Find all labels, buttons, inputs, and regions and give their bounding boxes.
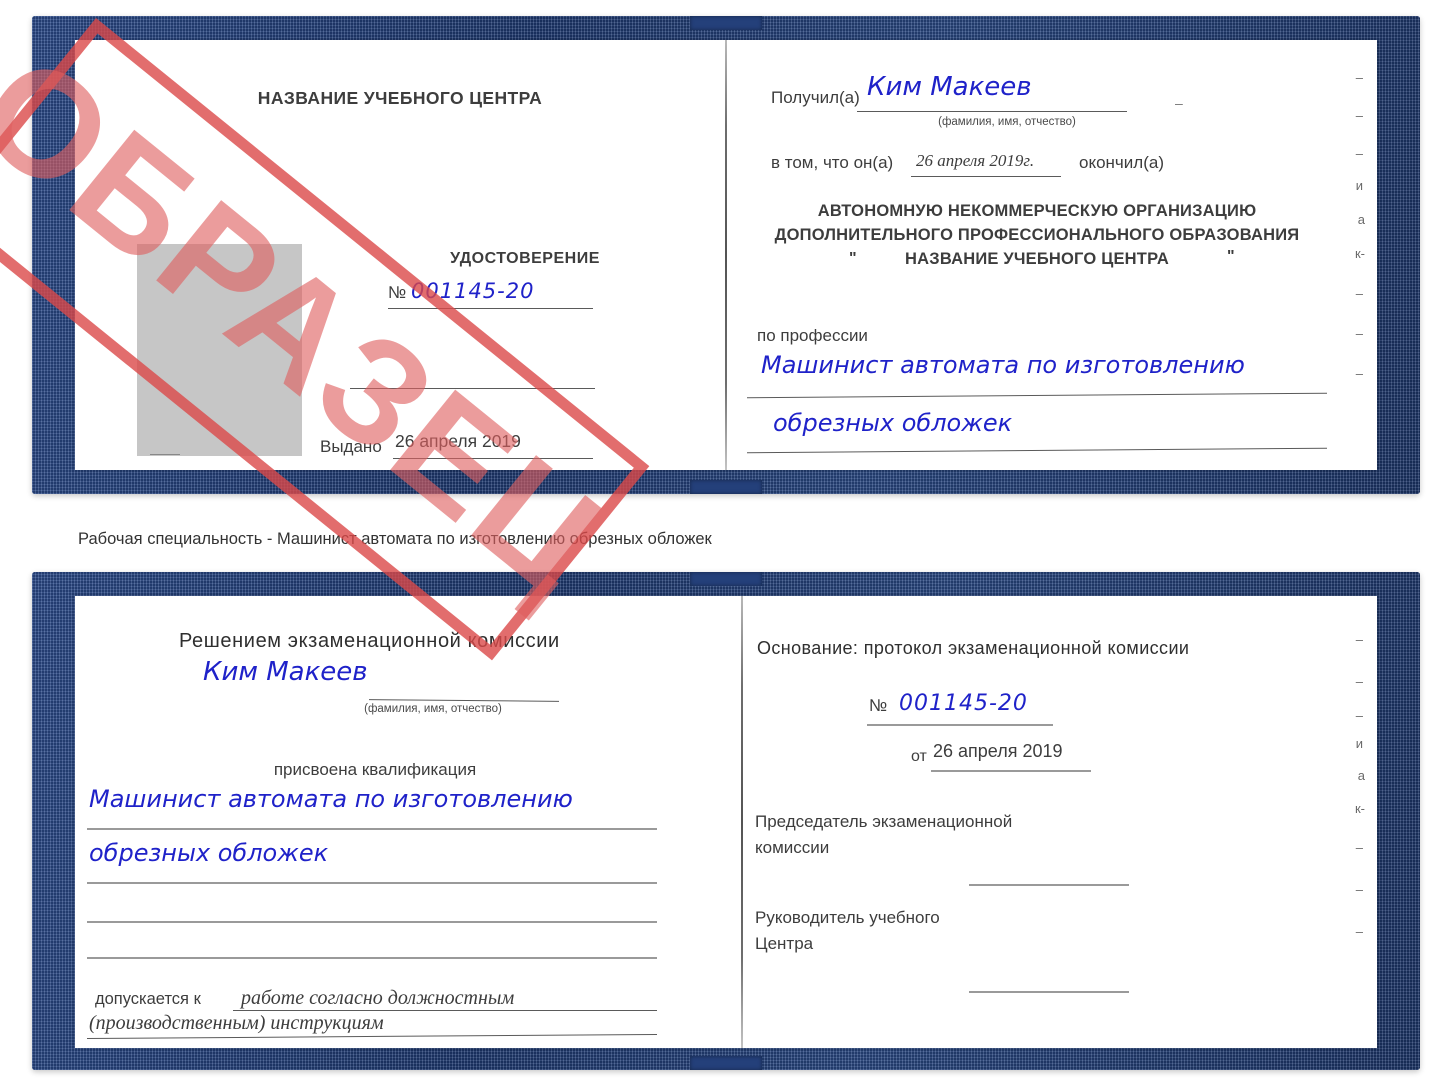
received-value: Ким Макеев — [867, 72, 1032, 102]
back-fio-hint: (фамилия, имя, отчество) — [364, 703, 502, 715]
back-left-page: Решением экзаменационной комиссии Ким Ма… — [75, 596, 741, 1048]
back-edge-scrap-8: – — [1355, 924, 1363, 939]
back-name-value: Ким Макеев — [203, 657, 368, 687]
edge-scrap-4: а — [1357, 212, 1365, 227]
back-edge-scrap-0: – — [1355, 632, 1363, 647]
back-edge-scrap-2: – — [1355, 708, 1363, 723]
edge-scrap-6: – — [1355, 286, 1363, 301]
spine-tab-top — [690, 16, 762, 30]
admitted-label: допускается к — [95, 990, 201, 1008]
basis-label: Основание: протокол экзаменационной коми… — [757, 638, 1190, 658]
edge-scrap-8: – — [1355, 366, 1363, 381]
back-edge-scrap-1: – — [1355, 674, 1363, 689]
qualification-rule-2 — [87, 882, 657, 884]
certificate-front-pages: НАЗВАНИЕ УЧЕБНОГО ЦЕНТРА УДОСТОВЕРЕНИЕ №… — [75, 40, 1377, 470]
back-edge-scrap-6: – — [1355, 840, 1363, 855]
profession-line-1: Машинист автомата по изготовлению — [761, 351, 1245, 379]
page-gutter — [725, 40, 727, 470]
qualification-line-2: обрезных обложек — [89, 839, 329, 867]
fio-hint: (фамилия, имя, отчество) — [938, 116, 1076, 128]
head-line-2: Центра — [755, 934, 814, 953]
org-line-1: АВТОНОМНУЮ НЕКОММЕРЧЕСКУЮ ОРГАНИЗАЦИЮ — [817, 202, 1257, 220]
back-edge-scrap-4: а — [1357, 768, 1365, 783]
issued-value: 26 апреля 2019 — [395, 431, 521, 451]
front-right-page: Получил(а) Ким Макеев (фамилия, имя, отч… — [727, 40, 1377, 470]
chairman-line-2: комиссии — [755, 838, 830, 857]
blank-rule-a — [87, 921, 657, 923]
profession-line-2: обрезных обложек — [773, 409, 1013, 437]
admitted-rule-1 — [233, 1010, 657, 1011]
edge-scrap-0: – — [1355, 70, 1363, 85]
that-he-date: 26 апреля 2019г. — [916, 151, 1035, 170]
blank-rule-b — [87, 957, 657, 959]
back-name-rule — [368, 699, 560, 702]
certificate-front-book: НАЗВАНИЕ УЧЕБНОГО ЦЕНТРА УДОСТОВЕРЕНИЕ №… — [32, 16, 1420, 494]
center-name-heading: НАЗВАНИЕ УЧЕБНОГО ЦЕНТРА — [257, 88, 543, 108]
certificate-back-pages: Решением экзаменационной комиссии Ким Ма… — [75, 596, 1377, 1048]
from-rule — [931, 770, 1091, 772]
photo-placeholder — [137, 244, 302, 456]
qualification-line-1: Машинист автомата по изготовлению — [89, 785, 573, 813]
head-line-1: Руководитель учебного — [755, 908, 940, 927]
blank-rule-1 — [350, 388, 595, 389]
back-right-page: Основание: протокол экзаменационной коми… — [741, 596, 1377, 1048]
issued-rule — [393, 458, 593, 459]
number-label: № — [388, 283, 407, 302]
decision-title: Решением экзаменационной комиссии — [179, 630, 560, 652]
admitted-line-2: (производственным) инструкциям — [89, 1012, 384, 1034]
qualification-label: присвоена квалификация — [273, 760, 477, 779]
document-title: УДОСТОВЕРЕНИЕ — [450, 250, 600, 267]
back-edge-scrap-3: и — [1355, 736, 1363, 751]
spine-tab-bottom-2 — [690, 1056, 762, 1070]
from-label: от — [911, 748, 927, 765]
edge-dash-a: – — [1175, 95, 1183, 111]
that-he-label: в том, что он(а) — [771, 153, 894, 172]
back-number-value: 001145-20 — [899, 691, 1028, 716]
issued-label: Выдано — [320, 437, 382, 456]
edge-scrap-2: – — [1355, 146, 1363, 161]
from-value: 26 апреля 2019 — [933, 741, 1063, 761]
qualification-rule-1 — [87, 828, 657, 830]
head-signature-rule — [969, 991, 1129, 993]
graduated-label: окончил(а) — [1079, 153, 1164, 172]
chairman-signature-rule — [969, 884, 1129, 886]
edge-scrap-7: – — [1355, 326, 1363, 341]
number-value: 001145-20 — [411, 279, 535, 303]
received-label: Получил(а) — [771, 88, 860, 107]
page-caption: Рабочая специальность - Машинист автомат… — [78, 530, 712, 548]
profession-label: по профессии — [757, 326, 868, 345]
received-rule — [857, 111, 1127, 112]
page-gutter-2 — [741, 596, 743, 1048]
back-number-label: № — [869, 696, 888, 715]
back-edge-scrap-5: к- — [1354, 801, 1365, 816]
photo-bottom-tick — [150, 454, 180, 455]
org-name: НАЗВАНИЕ УЧЕБНОГО ЦЕНТРА — [905, 250, 1169, 268]
that-he-rule — [911, 176, 1061, 177]
org-quote-close: " — [1227, 248, 1235, 265]
certificate-back-book: Решением экзаменационной комиссии Ким Ма… — [32, 572, 1420, 1070]
spine-tab-bottom — [690, 480, 762, 494]
back-edge-scrap-7: – — [1355, 882, 1363, 897]
front-left-page: НАЗВАНИЕ УЧЕБНОГО ЦЕНТРА УДОСТОВЕРЕНИЕ №… — [75, 40, 725, 470]
admitted-line-1: работе согласно должностным — [241, 987, 515, 1009]
edge-scrap-1: – — [1355, 108, 1363, 123]
org-line-2: ДОПОЛНИТЕЛЬНОГО ПРОФЕССИОНАЛЬНОГО ОБРАЗО… — [774, 226, 1300, 244]
spine-tab-top-2 — [690, 572, 762, 586]
number-rule — [388, 308, 593, 309]
chairman-line-1: Председатель экзаменационной — [755, 812, 1013, 831]
back-number-rule — [867, 724, 1053, 726]
profession-rule-2 — [747, 447, 1327, 454]
edge-scrap-3: и — [1355, 178, 1363, 193]
edge-scrap-5: к- — [1354, 246, 1365, 261]
profession-rule-1 — [747, 392, 1327, 399]
